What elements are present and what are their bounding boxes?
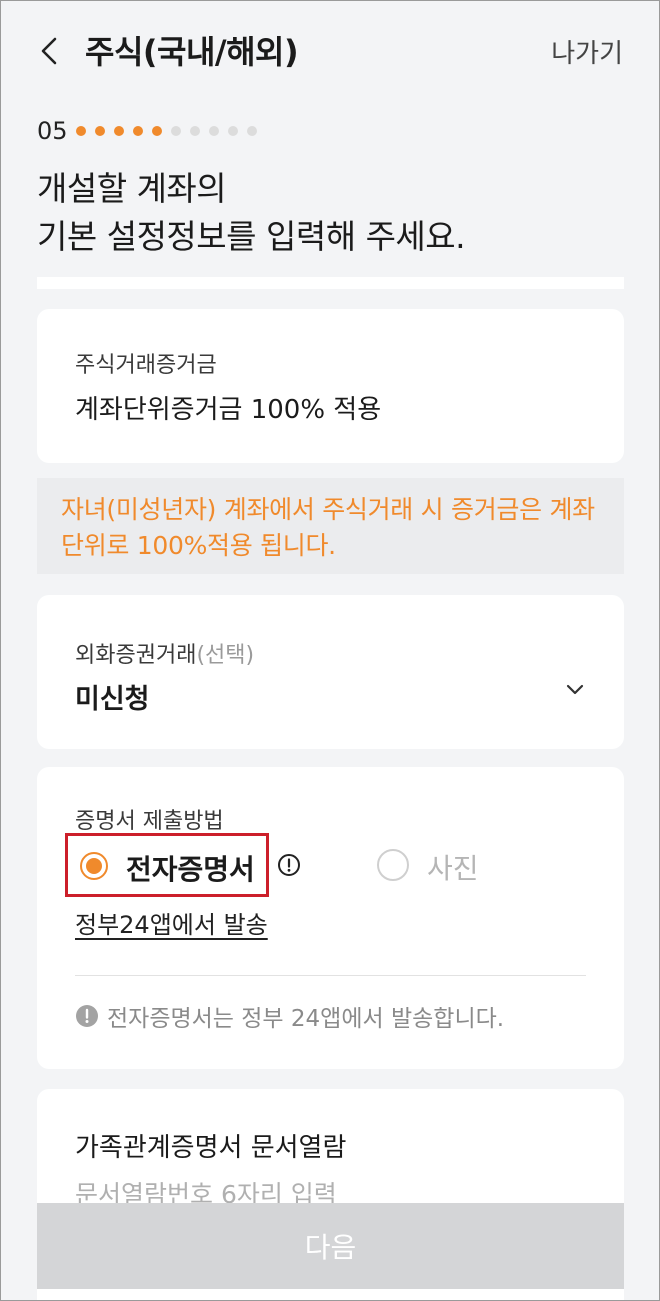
headline: 개설할 계좌의 기본 설정정보를 입력해 주세요. [37,165,466,261]
margin-card: 주식거래증거금 계좌단위증거금 100% 적용 [37,309,624,463]
progress-dot-active [75,126,86,136]
exit-button[interactable]: 나가기 [551,33,623,70]
margin-label: 주식거래증거금 [75,353,217,378]
headline-line-2: 기본 설정정보를 입력해 주세요. [37,217,466,256]
progress-dot-active [113,126,124,136]
progress-dot-inactive [189,126,200,136]
progress-dots [75,126,266,136]
info-icon[interactable] [277,853,301,877]
progress-dot-active [132,126,143,136]
chevron-down-icon[interactable] [564,679,586,701]
fx-trade-label: 외화증권거래(선택) [75,637,254,669]
notice-text: 자녀(미성년자) 계좌에서 주식거래 시 증거금은 계좌단위로 100%적용 됩… [61,495,595,560]
gov24-link[interactable]: 정부24앱에서 발송 [75,905,268,940]
step-number: 05 [37,117,68,145]
radio-selected-icon [80,852,108,880]
card-strip [37,277,624,289]
progress-dot-active [94,126,105,136]
app-screen: 주식(국내/해외) 나가기 05 개설할 계좌의 기본 설정정보를 입력해 주세… [0,0,660,1301]
chevron-left-icon [41,37,57,65]
notice-box: 자녀(미성년자) 계좌에서 주식거래 시 증거금은 계좌단위로 100%적용 됩… [37,478,624,574]
progress-dot-inactive [227,126,238,136]
progress-dot-inactive [208,126,219,136]
cert-method-card: 증명서 제출방법 전자증명서 사진 정부24앱에서 발송 전자증명서는 정부 2… [37,767,624,1069]
progress-dot-inactive [246,126,257,136]
headline-line-1: 개설할 계좌의 [37,169,227,208]
progress-dot-inactive [170,126,181,136]
radio-label-photo[interactable]: 사진 [427,847,479,887]
cert-hint-text: 전자증명서는 정부 24앱에서 발송합니다. [107,1006,505,1032]
back-button[interactable] [31,29,67,73]
fx-trade-card[interactable]: 외화증권거래(선택) 미신청 [37,595,624,749]
radio-option-electronic[interactable]: 전자증명서 [65,833,269,897]
fx-trade-value: 미신청 [75,684,150,715]
radio-label-electronic: 전자증명서 [126,853,255,886]
next-button[interactable]: 다음 [37,1203,624,1289]
progress-dot-active [151,126,162,136]
step-indicator: 05 [37,117,266,145]
margin-value: 계좌단위증거금 100% 적용 [75,395,382,425]
divider [75,975,586,976]
cert-method-label: 증명서 제출방법 [75,809,224,834]
page-title: 주식(국내/해외) [85,33,299,71]
alert-circle-icon [76,1005,98,1027]
radio-option-photo[interactable] [377,849,409,881]
family-cert-label: 가족관계증명서 문서열람 [75,1133,347,1163]
cert-hint: 전자증명서는 정부 24앱에서 발송합니다. [75,999,504,1033]
fx-trade-label-text: 외화증권거래 [75,643,197,668]
header: 주식(국내/해외) 나가기 [1,1,659,101]
fx-trade-label-optional: (선택) [196,643,255,668]
